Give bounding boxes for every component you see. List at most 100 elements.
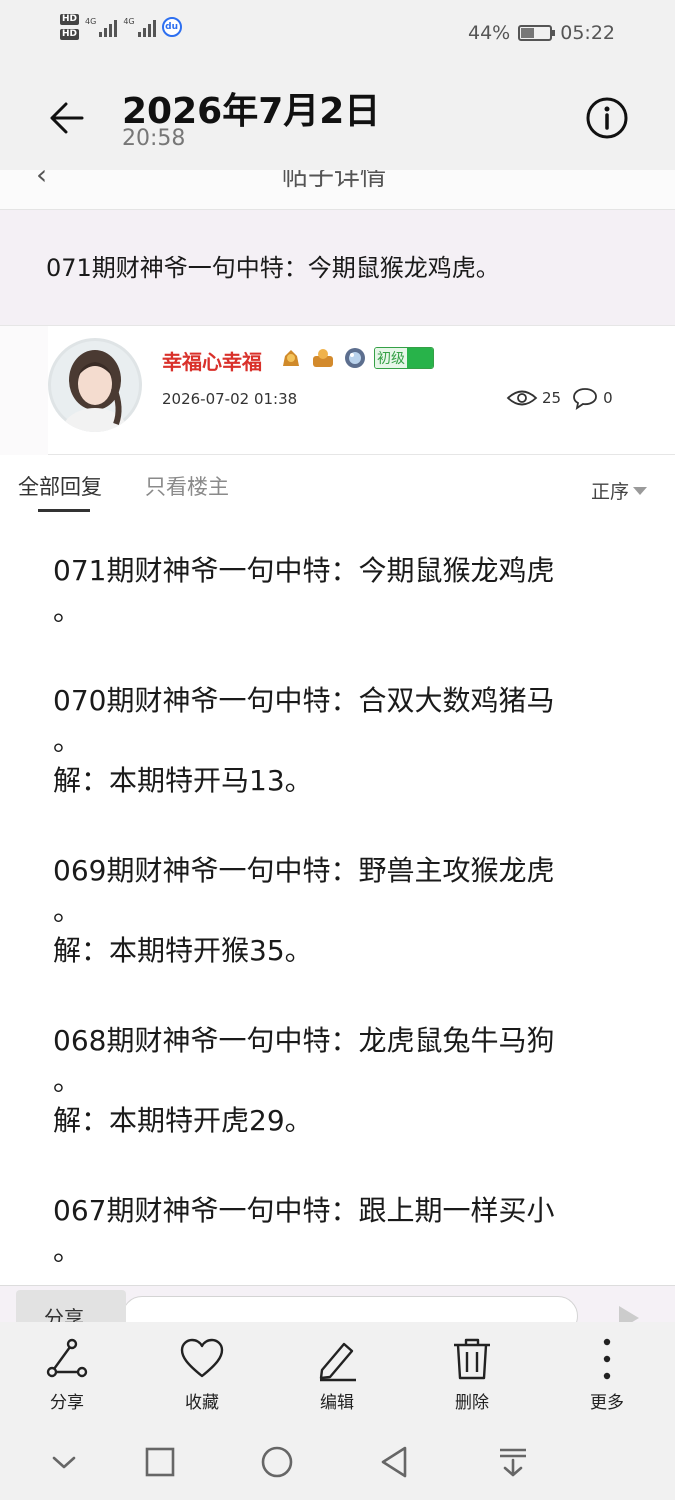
- sim-indicators: HD HD: [60, 14, 80, 40]
- level-label: 初级: [375, 348, 407, 368]
- entry-punct: 。: [53, 724, 82, 757]
- active-tab-indicator: [38, 509, 90, 512]
- info-icon: [586, 97, 628, 139]
- network-type-label: 4G: [123, 17, 135, 26]
- delete-button[interactable]: 删除: [427, 1336, 517, 1413]
- signal-icon-sim1: 4G: [85, 17, 118, 37]
- status-bar: HD HD 4G 4G du 44% 05:22: [0, 0, 675, 66]
- collapse-button[interactable]: [46, 1444, 82, 1480]
- list-item: 068期财神爷一句中特：龙虎鼠兔牛马狗 。 解：本期特开虎29。: [53, 1021, 628, 1141]
- underlying-page-header: ‹ 帖子详情: [0, 170, 675, 210]
- status-left-cluster: HD HD 4G 4G du: [60, 14, 182, 40]
- reply-input[interactable]: [122, 1296, 578, 1325]
- tab-owner-only[interactable]: 只看楼主: [145, 471, 229, 501]
- recents-button[interactable]: [142, 1444, 178, 1480]
- underlying-back-icon[interactable]: ‹: [36, 170, 47, 191]
- avatar-image: [48, 338, 142, 432]
- reply-filter-tabs: 全部回复 只看楼主 正序: [0, 455, 675, 515]
- screenshot-header: 2026年7月2日 20:58: [0, 66, 675, 170]
- list-item: 069期财神爷一句中特：野兽主攻猴龙虎 。 解：本期特开猴35。: [53, 851, 628, 971]
- pull-down-icon: [500, 1448, 526, 1477]
- entry-prediction: 071期财神爷一句中特：今期鼠猴龙鸡虎: [53, 554, 555, 587]
- share-icon: [46, 1338, 88, 1378]
- entry-punct: 。: [53, 894, 82, 927]
- entry-list: 071期财神爷一句中特：今期鼠猴龙鸡虎 。 070期财神爷一句中特：合双大数鸡猪…: [53, 551, 628, 1285]
- post-content: 071期财神爷一句中特：今期鼠猴龙鸡虎 。 070期财神爷一句中特：合双大数鸡猪…: [0, 515, 675, 1285]
- hd-icon-sim1: HD: [60, 14, 80, 25]
- chevron-down-icon: [633, 486, 647, 495]
- square-icon: [145, 1447, 175, 1477]
- entry-result: 解：本期特开猴35。: [53, 934, 313, 967]
- entry-prediction: 067期财神爷一句中特：跟上期一样买小: [53, 1194, 555, 1227]
- entry-punct: 。: [53, 1234, 82, 1267]
- trash-icon: [454, 1338, 490, 1380]
- system-nav-bar: [0, 1422, 675, 1500]
- favorite-label: 收藏: [185, 1393, 219, 1413]
- badge-orb-icon: [345, 348, 365, 368]
- signal-icon-sim2: 4G: [123, 17, 156, 37]
- entry-result: 解：本期特开虎29。: [53, 1104, 313, 1137]
- avatar[interactable]: [48, 338, 142, 432]
- clock: 05:22: [560, 22, 615, 44]
- back-button[interactable]: [44, 96, 88, 140]
- home-button[interactable]: [259, 1444, 295, 1480]
- level-badge: 初级: [374, 347, 434, 369]
- post-stats: 25 0: [506, 386, 613, 410]
- heart-icon: [180, 1338, 224, 1378]
- edit-label: 编辑: [320, 1393, 354, 1413]
- underlying-page-title: 帖子详情: [282, 170, 387, 192]
- tab-all-replies[interactable]: 全部回复: [18, 471, 102, 501]
- badge-trophy-icon: [283, 350, 299, 366]
- page-subtitle-time: 20:58: [122, 126, 186, 151]
- view-count: 25: [542, 389, 562, 407]
- reply-bar: 分享: [0, 1285, 675, 1325]
- battery-percent: 44%: [468, 22, 511, 44]
- entry-punct: 。: [53, 594, 82, 627]
- more-button[interactable]: 更多: [562, 1336, 652, 1413]
- comment-icon: [573, 388, 597, 410]
- post-title: 071期财神爷一句中特：今期鼠猴龙鸡虎。: [46, 254, 500, 282]
- battery-icon: [518, 25, 556, 41]
- author-row-margin: [0, 326, 48, 456]
- entry-punct: 。: [53, 1064, 82, 1097]
- more-vertical-icon: [603, 1338, 611, 1380]
- entry-result: 解：本期特开马13。: [53, 764, 313, 797]
- delete-label: 删除: [455, 1393, 489, 1413]
- post-title-banner: 071期财神爷一句中特：今期鼠猴龙鸡虎。: [0, 210, 675, 325]
- chevron-down-icon: [52, 1456, 76, 1469]
- battery-fill: [521, 28, 535, 38]
- entry-prediction: 069期财神爷一句中特：野兽主攻猴龙虎: [53, 854, 555, 887]
- eye-icon: [506, 390, 538, 406]
- level-progress-bar: [407, 348, 433, 368]
- entry-prediction: 070期财神爷一句中特：合双大数鸡猪马: [53, 684, 555, 717]
- action-bar: 分享 收藏 编辑 删除 更多: [0, 1322, 675, 1422]
- hd-icon-sim2: HD: [60, 29, 80, 40]
- entry-prediction: 068期财神爷一句中特：龙虎鼠兔牛马狗: [53, 1024, 555, 1057]
- more-label: 更多: [590, 1393, 624, 1413]
- baidu-icon: du: [161, 17, 182, 37]
- arrow-left-icon: [50, 102, 84, 134]
- comment-count: 0: [603, 389, 613, 407]
- share-button[interactable]: 分享: [22, 1336, 112, 1413]
- pencil-icon: [319, 1342, 356, 1382]
- author-badges: 初级: [278, 346, 434, 370]
- info-button[interactable]: [585, 96, 629, 140]
- status-right-cluster: 44% 05:22: [468, 22, 615, 44]
- favorite-button[interactable]: 收藏: [157, 1336, 247, 1413]
- list-item: 067期财神爷一句中特：跟上期一样买小 。: [53, 1191, 628, 1271]
- triangle-back-icon: [381, 1446, 407, 1478]
- badge-medal-icon: [313, 349, 333, 367]
- post-date: 2026-07-02 01:38: [162, 390, 298, 408]
- share-chip[interactable]: 分享: [16, 1290, 126, 1325]
- author-row: 幸福心幸福 初级 2026-07-02 01:38 25 0: [0, 325, 675, 456]
- share-label: 分享: [50, 1393, 84, 1413]
- edit-button[interactable]: 编辑: [292, 1336, 382, 1413]
- list-item: 070期财神爷一句中特：合双大数鸡猪马 。 解：本期特开马13。: [53, 681, 628, 801]
- sort-dropdown[interactable]: 正序: [591, 477, 647, 504]
- network-type-label: 4G: [85, 17, 97, 26]
- notification-pulldown-button[interactable]: [495, 1444, 531, 1480]
- circle-icon: [261, 1446, 293, 1478]
- author-name[interactable]: 幸福心幸福: [162, 346, 262, 375]
- back-nav-button[interactable]: [377, 1444, 413, 1480]
- list-item: 071期财神爷一句中特：今期鼠猴龙鸡虎 。: [53, 551, 628, 631]
